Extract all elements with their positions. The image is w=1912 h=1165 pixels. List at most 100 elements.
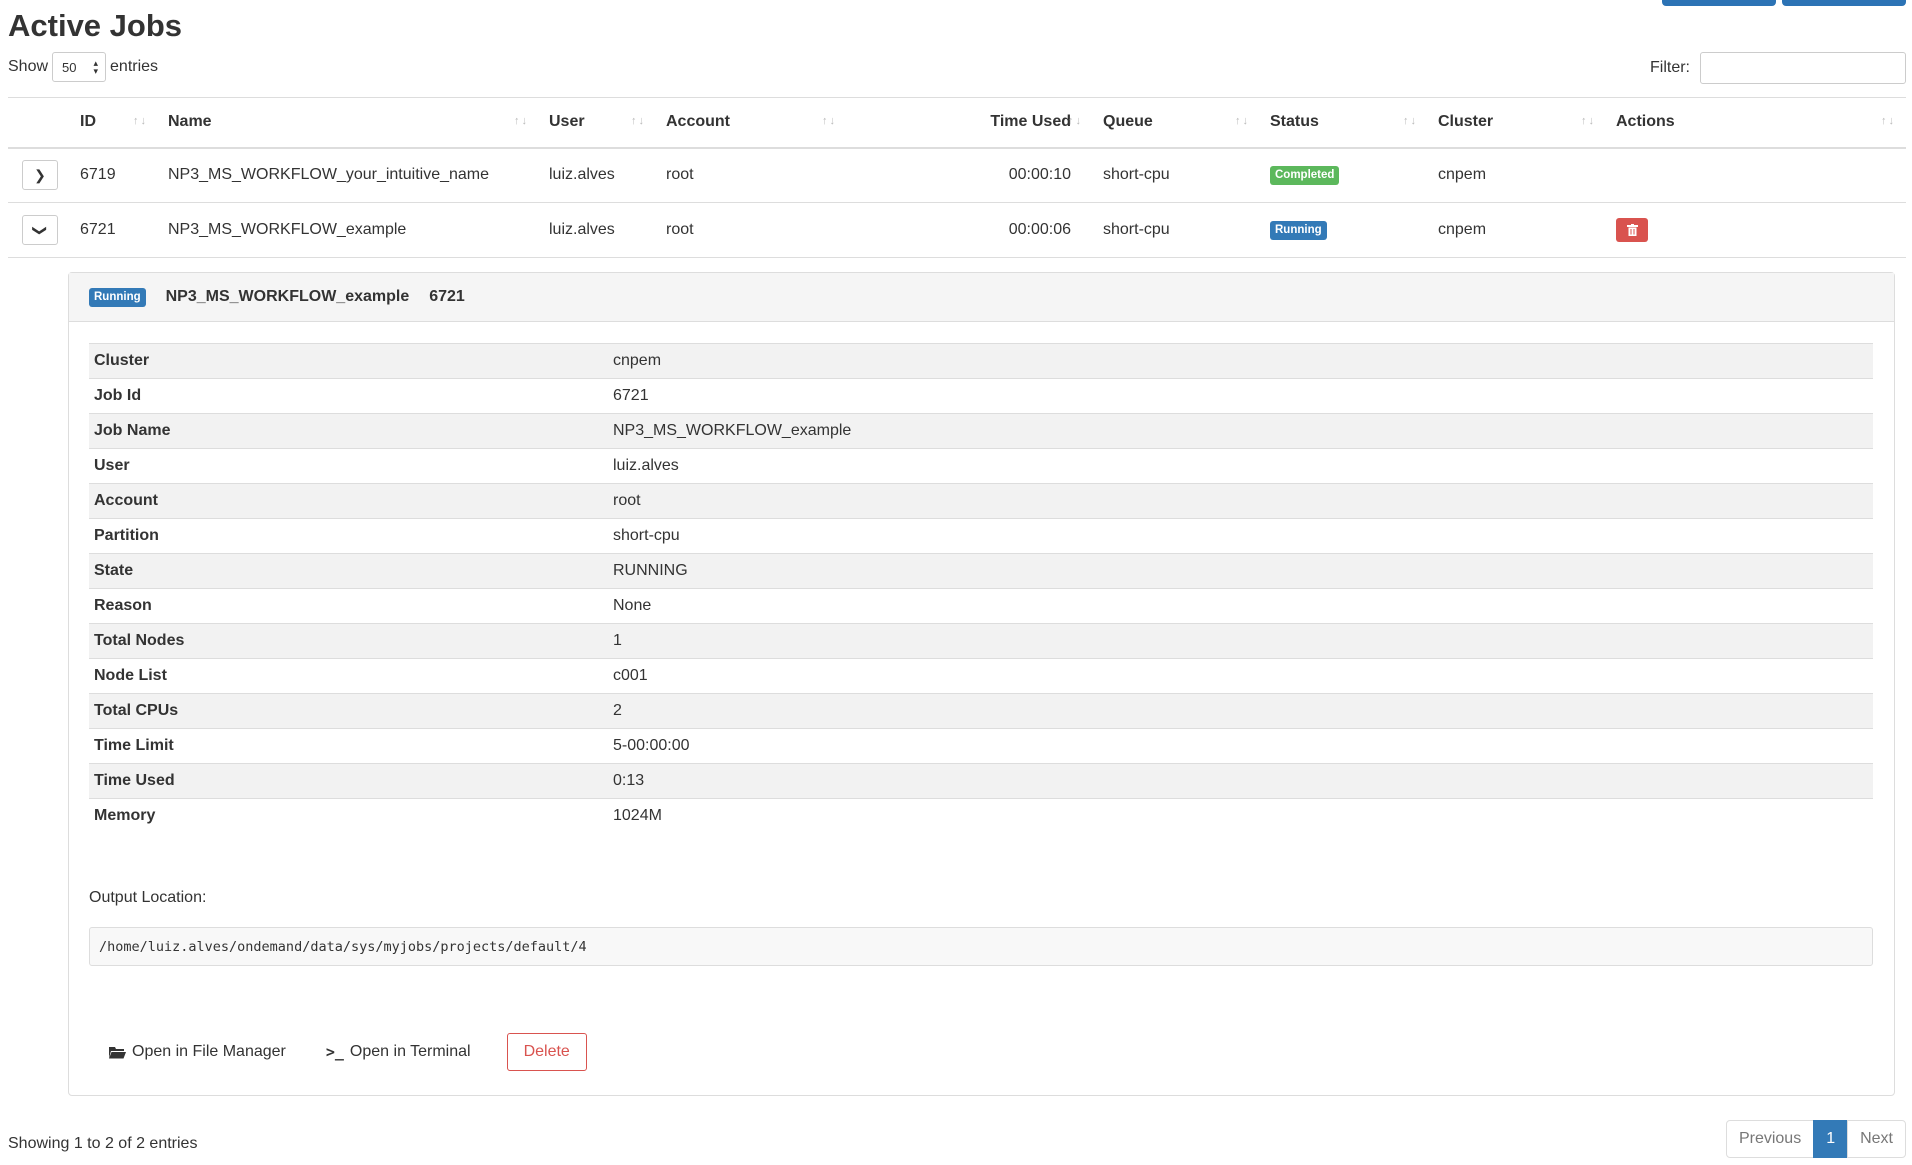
header-time-used[interactable]: Time Used ↑↓ [847,97,1093,149]
job-status-cell: Running [1260,202,1428,258]
header-user[interactable]: User ↑↓ [539,97,656,149]
property-value: luiz.alves [608,448,1873,484]
property-key: Account [89,483,608,519]
table-info: Showing 1 to 2 of 2 entries [8,1135,198,1152]
job-account: root [656,147,847,203]
sort-icon: ↑↓ [1881,115,1896,127]
sort-icon: ↑↓ [1235,115,1250,127]
header-cluster[interactable]: Cluster ↑↓ [1428,97,1606,149]
output-location-path: /home/luiz.alves/ondemand/data/sys/myjob… [89,927,1873,966]
property-value: 0:13 [608,763,1873,799]
delete-job-button[interactable] [1616,218,1648,242]
status-badge: Completed [1270,166,1340,186]
select-arrows-icon: ▴ ▾ [93,58,99,76]
property-value: 2 [608,693,1873,729]
page-title: Active Jobs [8,8,183,43]
header-queue[interactable]: Queue ↑↓ [1093,97,1260,149]
table-header-row: ID ↑↓ Name ↑↓ User ↑↓ Account ↑↓ Time Used ↑↓… [8,97,1906,149]
table-row: ❯ 6721 NP3_MS_WORKFLOW_example luiz.alve… [8,202,1906,258]
chevron-right-icon: ❯ [34,166,46,183]
property-row: Total CPUs 2 [89,693,1873,729]
property-key: Cluster [89,343,608,379]
job-queue: short-cpu [1093,147,1260,203]
property-value: 1 [608,623,1873,659]
sort-icon: ↑↓ [514,115,529,127]
header-name[interactable]: Name ↑↓ [158,97,539,149]
property-key: Partition [89,518,608,554]
property-value: 1024M [608,798,1873,834]
sort-icon: ↑↓ [1068,115,1083,127]
property-key: Job Id [89,378,608,414]
property-key: Reason [89,588,608,624]
property-row: Reason None [89,588,1873,624]
expand-row-button[interactable]: ❯ [22,160,58,191]
sort-icon: ↑↓ [133,115,148,127]
property-row: State RUNNING [89,553,1873,589]
property-key: User [89,448,608,484]
next-page-button[interactable]: Next [1847,1120,1906,1158]
header-actions[interactable]: Actions ↑↓ [1606,97,1906,149]
pagination: Previous 1 Next [1725,1120,1906,1158]
property-key: Total CPUs [89,693,608,729]
detail-status-badge: Running [89,287,146,307]
property-value: None [608,588,1873,624]
property-value: c001 [608,658,1873,694]
open-terminal-button[interactable]: >_ Open in Terminal [306,1035,491,1069]
trash-icon [1626,224,1638,236]
open-file-manager-button[interactable]: Open in File Manager [89,1035,306,1069]
delete-button[interactable]: Delete [506,1033,587,1071]
top-action-button-2[interactable] [1782,0,1906,6]
page-length-control: Show 50 ▴ ▾ entries [8,52,158,82]
open-terminal-label: Open in Terminal [349,1043,471,1060]
sort-icon: ↑↓ [1403,115,1418,127]
property-row: Time Used 0:13 [89,763,1873,799]
property-value: cnpem [608,343,1873,379]
detail-job-id: 6721 [429,288,465,305]
page-length-select[interactable]: 50 ▴ ▾ [52,52,107,82]
property-row: Account root [89,483,1873,519]
property-row: Node List c001 [89,658,1873,694]
property-key: Memory [89,798,608,834]
property-row: Memory 1024M [89,798,1873,834]
job-id: 6719 [70,147,158,203]
filter-input[interactable] [1700,52,1906,84]
collapse-row-button[interactable]: ❯ [22,215,58,245]
property-row: Job Name NP3_MS_WORKFLOW_example [89,413,1873,449]
property-row: User luiz.alves [89,448,1873,484]
job-actions [1606,147,1906,203]
job-account: root [656,202,847,258]
property-key: Total Nodes [89,623,608,659]
property-key: Node List [89,658,608,694]
property-row: Job Id 6721 [89,378,1873,414]
detail-job-name: NP3_MS_WORKFLOW_example [165,288,410,305]
top-action-button-1[interactable] [1662,0,1776,6]
table-row: ❯ 6719 NP3_MS_WORKFLOW_your_intuitive_na… [8,147,1906,203]
sort-icon: ↑↓ [822,115,837,127]
chevron-down-icon: ❯ [32,224,49,236]
property-row: Total Nodes 1 [89,623,1873,659]
job-status-cell: Completed [1260,147,1428,203]
sort-icon: ↑↓ [1581,115,1596,127]
property-row: Time Limit 5-00:00:00 [89,728,1873,764]
jobs-table: ID ↑↓ Name ↑↓ User ↑↓ Account ↑↓ Time Used ↑↓… [8,97,1906,258]
property-row: Cluster cnpem [89,343,1873,379]
open-file-manager-label: Open in File Manager [132,1043,286,1060]
previous-page-button[interactable]: Previous [1725,1120,1815,1158]
job-user: luiz.alves [539,147,656,203]
property-value: root [608,483,1873,519]
status-badge: Running [1270,221,1327,240]
page-length-value: 50 [62,59,77,75]
property-value: 5-00:00:00 [608,728,1873,764]
job-queue: short-cpu [1093,202,1260,258]
page-1-button[interactable]: 1 [1813,1120,1849,1158]
job-name: NP3_MS_WORKFLOW_example [158,202,539,258]
header-account[interactable]: Account ↑↓ [656,97,847,149]
filter-label: Filter: [1650,59,1690,76]
header-id[interactable]: ID ↑↓ [70,97,158,149]
detail-header: Running NP3_MS_WORKFLOW_example 6721 [69,273,1894,322]
property-value: NP3_MS_WORKFLOW_example [608,413,1873,449]
property-row: Partition short-cpu [89,518,1873,554]
header-status[interactable]: Status ↑↓ [1260,97,1428,149]
job-cluster: cnpem [1428,202,1606,258]
property-key: State [89,553,608,589]
